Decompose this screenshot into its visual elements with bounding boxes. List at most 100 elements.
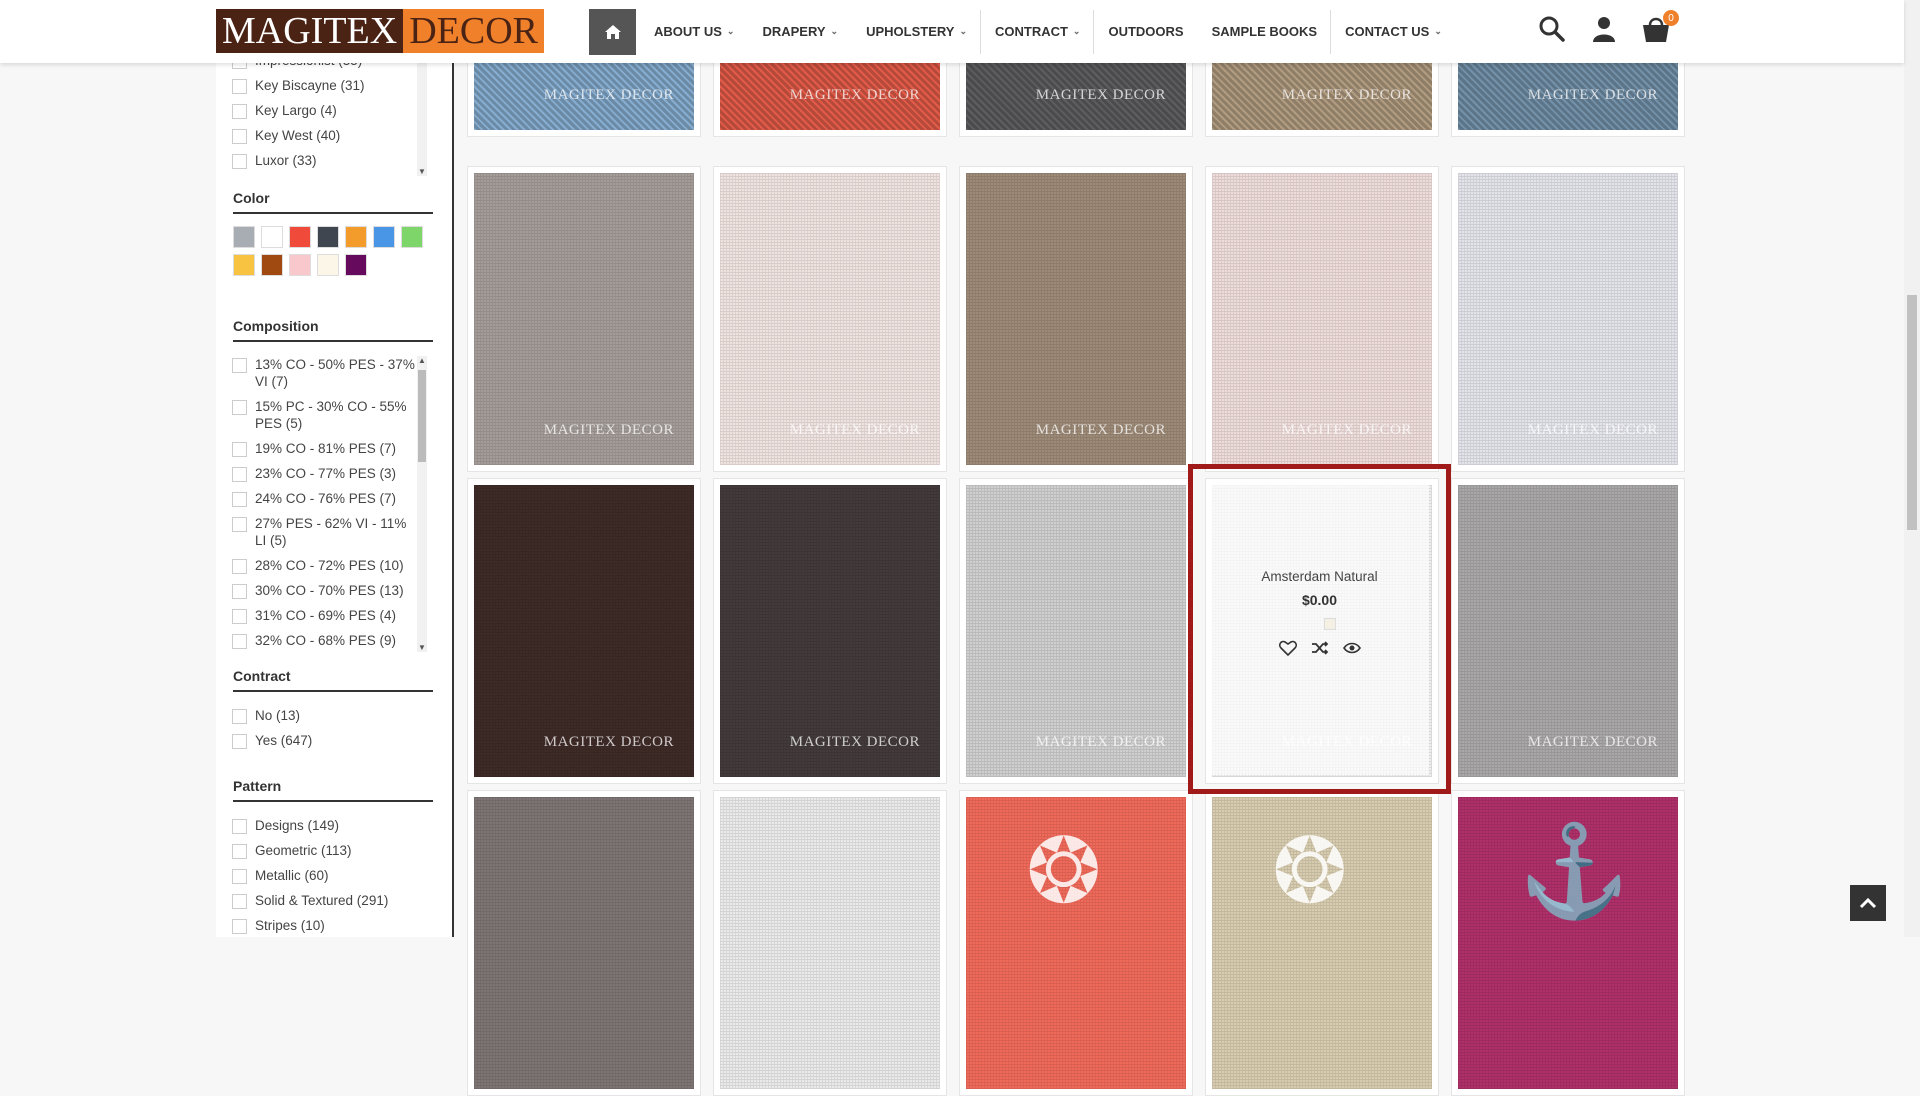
- checkbox[interactable]: [232, 734, 247, 749]
- product-card[interactable]: MAGITEX DECOR: [713, 166, 947, 472]
- collection-option[interactable]: Key Largo (4): [232, 102, 432, 119]
- product-card[interactable]: [467, 790, 701, 1096]
- site-logo[interactable]: MAGITEX DECOR: [216, 9, 544, 53]
- color-swatch[interactable]: [233, 254, 255, 276]
- contract-option[interactable]: No (13): [232, 707, 432, 724]
- checkbox[interactable]: [232, 894, 247, 909]
- product-image[interactable]: ❂: [1212, 797, 1432, 1089]
- product-image[interactable]: [720, 797, 940, 1089]
- checkbox[interactable]: [232, 584, 247, 599]
- product-image[interactable]: MAGITEX DECOR: [1212, 173, 1432, 465]
- product-image[interactable]: ⚓: [1458, 797, 1678, 1089]
- wishlist-heart-icon[interactable]: [1278, 640, 1297, 661]
- product-card-hovered[interactable]: Amsterdam Natural $0.00: [1188, 464, 1451, 794]
- product-card[interactable]: MAGITEX DECOR: [1451, 166, 1685, 472]
- product-image[interactable]: MAGITEX DECOR: [966, 485, 1186, 777]
- color-swatch[interactable]: [345, 254, 367, 276]
- checkbox[interactable]: [232, 559, 247, 574]
- page-scrollbar[interactable]: [1904, 0, 1920, 937]
- collection-option[interactable]: Luxor (33): [232, 152, 432, 169]
- checkbox[interactable]: [232, 517, 247, 532]
- collection-scrollbar[interactable]: ▼: [417, 56, 427, 176]
- product-name-link[interactable]: Amsterdam Natural: [1210, 569, 1429, 584]
- scroll-down-arrow-icon[interactable]: ▼: [417, 167, 427, 176]
- product-image[interactable]: [474, 797, 694, 1089]
- nav-item-about-us[interactable]: ABOUT US ⌄: [640, 0, 748, 63]
- contract-option[interactable]: Yes (647): [232, 732, 432, 749]
- product-image[interactable]: MAGITEX DECOR: [720, 173, 940, 465]
- color-swatch[interactable]: [261, 226, 283, 248]
- composition-option[interactable]: 28% CO - 72% PES (10): [232, 557, 417, 574]
- product-card[interactable]: MAGITEX DECOR: [1451, 478, 1685, 784]
- product-card[interactable]: MAGITEX DECOR: [713, 478, 947, 784]
- account-button[interactable]: [1587, 12, 1621, 46]
- product-card[interactable]: ❂: [1205, 790, 1439, 1096]
- nav-item-contact-us[interactable]: CONTACT US ⌄: [1331, 0, 1456, 63]
- scroll-up-arrow-icon[interactable]: ▲: [417, 356, 427, 365]
- product-image[interactable]: MAGITEX DECOR: [474, 173, 694, 465]
- product-card[interactable]: ❂: [959, 790, 1193, 1096]
- product-image[interactable]: ❂: [966, 797, 1186, 1089]
- product-card[interactable]: MAGITEX DECOR: [1205, 166, 1439, 472]
- checkbox[interactable]: [232, 492, 247, 507]
- checkbox[interactable]: [232, 609, 247, 624]
- composition-option[interactable]: 15% PC - 30% CO - 55% PES (5): [232, 398, 417, 432]
- pattern-option[interactable]: Metallic (60): [232, 867, 432, 884]
- composition-option[interactable]: 31% CO - 69% PES (4): [232, 607, 417, 624]
- search-button[interactable]: [1535, 12, 1569, 46]
- checkbox[interactable]: [232, 844, 247, 859]
- product-card[interactable]: ⚓: [1451, 790, 1685, 1096]
- color-swatch[interactable]: [345, 226, 367, 248]
- collection-option[interactable]: Key Biscayne (31): [232, 77, 432, 94]
- composition-scroll-thumb[interactable]: [418, 370, 426, 462]
- composition-option[interactable]: 24% CO - 76% PES (7): [232, 490, 417, 507]
- product-card[interactable]: MAGITEX DECOR: [959, 478, 1193, 784]
- nav-item-upholstery[interactable]: UPHOLSTERY ⌄: [852, 0, 981, 63]
- scroll-down-arrow-icon[interactable]: ▼: [417, 643, 427, 652]
- nav-item-sample-books[interactable]: SAMPLE BOOKS: [1198, 0, 1332, 63]
- color-swatch[interactable]: [317, 254, 339, 276]
- checkbox[interactable]: [232, 358, 247, 373]
- collection-option[interactable]: Key West (40): [232, 127, 432, 144]
- composition-option[interactable]: 19% CO - 81% PES (7): [232, 440, 417, 457]
- checkbox[interactable]: [232, 634, 247, 649]
- composition-option[interactable]: 13% CO - 50% PES - 37% VI (7): [232, 356, 417, 390]
- checkbox[interactable]: [232, 400, 247, 415]
- color-swatch[interactable]: [233, 226, 255, 248]
- product-image[interactable]: MAGITEX DECOR: [1458, 173, 1678, 465]
- nav-item-outdoors[interactable]: OUTDOORS: [1094, 0, 1197, 63]
- composition-option[interactable]: 30% CO - 70% PES (13): [232, 582, 417, 599]
- color-swatch[interactable]: [289, 226, 311, 248]
- checkbox[interactable]: [232, 104, 247, 119]
- product-image[interactable]: MAGITEX DECOR: [474, 485, 694, 777]
- nav-item-drapery[interactable]: DRAPERY ⌄: [748, 0, 852, 63]
- composition-scrollbar[interactable]: ▲ ▼: [417, 356, 427, 652]
- color-swatch[interactable]: [317, 226, 339, 248]
- checkbox[interactable]: [232, 129, 247, 144]
- color-swatch[interactable]: [289, 254, 311, 276]
- pattern-option[interactable]: Solid & Textured (291): [232, 892, 432, 909]
- pattern-option[interactable]: Geometric (113): [232, 842, 432, 859]
- color-swatch[interactable]: [261, 254, 283, 276]
- compare-shuffle-icon[interactable]: [1311, 640, 1329, 661]
- product-image[interactable]: MAGITEX DECOR: [720, 485, 940, 777]
- checkbox[interactable]: [232, 869, 247, 884]
- pattern-option[interactable]: Designs (149): [232, 817, 432, 834]
- home-button[interactable]: [589, 9, 636, 55]
- color-swatch[interactable]: [373, 226, 395, 248]
- product-card[interactable]: [713, 790, 947, 1096]
- product-card[interactable]: MAGITEX DECOR: [467, 166, 701, 472]
- product-image[interactable]: MAGITEX DECOR: [1458, 485, 1678, 777]
- page-scroll-thumb[interactable]: [1907, 295, 1917, 530]
- composition-option[interactable]: 32% CO - 68% PES (9): [232, 632, 417, 649]
- checkbox[interactable]: [232, 467, 247, 482]
- product-card[interactable]: MAGITEX DECOR: [467, 478, 701, 784]
- checkbox[interactable]: [232, 819, 247, 834]
- checkbox[interactable]: [232, 919, 247, 934]
- color-swatch[interactable]: [401, 226, 423, 248]
- checkbox[interactable]: [232, 154, 247, 169]
- quick-view-eye-icon[interactable]: [1342, 640, 1361, 661]
- back-to-top-button[interactable]: [1850, 885, 1886, 921]
- checkbox[interactable]: [232, 79, 247, 94]
- checkbox[interactable]: [232, 442, 247, 457]
